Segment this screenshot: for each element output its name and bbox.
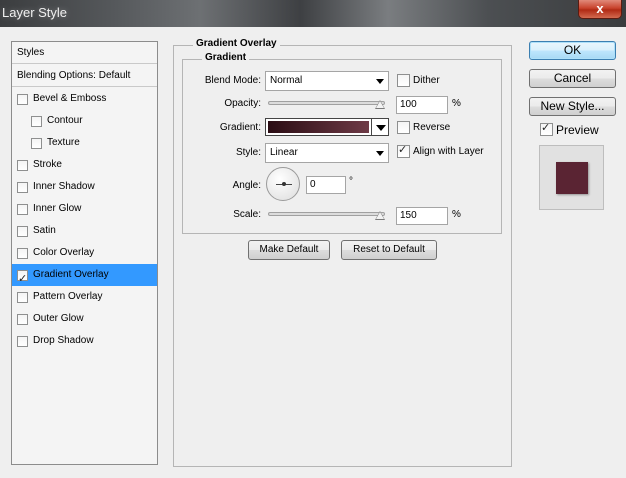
scale-slider-thumb[interactable] bbox=[375, 211, 385, 220]
blend-mode-value: Normal bbox=[270, 75, 303, 86]
make-default-button[interactable]: Make Default bbox=[248, 240, 330, 260]
sidebar-item-color-overlay[interactable]: Color Overlay bbox=[12, 242, 157, 264]
gradient-preview bbox=[268, 121, 369, 133]
sidebar-item-label: Color Overlay bbox=[33, 247, 95, 258]
sidebar-item-label: Drop Shadow bbox=[33, 335, 94, 346]
close-icon: x bbox=[596, 1, 604, 16]
gradient-dropdown-button[interactable] bbox=[371, 118, 389, 136]
new-style-button[interactable]: New Style... bbox=[529, 97, 616, 116]
blend-mode-select[interactable]: Normal bbox=[265, 71, 389, 91]
sidebar-item-label: Bevel & Emboss bbox=[33, 93, 107, 104]
sidebar-item-inner-glow[interactable]: Inner Glow bbox=[12, 198, 157, 220]
style-value: Linear bbox=[270, 147, 298, 158]
blend-mode-label: Blend Mode: bbox=[204, 75, 261, 86]
outer-glow-checkbox[interactable] bbox=[17, 314, 28, 325]
inner-glow-checkbox[interactable] bbox=[17, 204, 28, 215]
preview-swatch bbox=[556, 162, 588, 194]
sidebar-item-texture[interactable]: Texture bbox=[12, 132, 157, 154]
style-select[interactable]: Linear bbox=[265, 143, 389, 163]
preview-checkbox[interactable]: ✓ bbox=[540, 122, 553, 136]
scale-value: 150 bbox=[400, 210, 417, 221]
bevel-emboss-checkbox[interactable] bbox=[17, 94, 28, 105]
sidebar-item-label: Contour bbox=[47, 115, 83, 126]
scale-label: Scale: bbox=[233, 209, 261, 220]
sidebar-item-label: Outer Glow bbox=[33, 313, 84, 324]
texture-checkbox[interactable] bbox=[31, 138, 42, 149]
reverse-label: Reverse bbox=[413, 122, 451, 133]
angle-value: 0 bbox=[310, 179, 316, 190]
gradient-overlay-checkbox[interactable]: ✓ bbox=[17, 270, 28, 285]
dither-label: Dither bbox=[413, 75, 440, 86]
group-title: Gradient Overlay bbox=[193, 38, 280, 49]
sidebar-item-label: Gradient Overlay bbox=[33, 269, 109, 280]
dither-checkbox[interactable] bbox=[397, 74, 410, 87]
preview-thumbnail bbox=[539, 145, 604, 210]
opacity-input[interactable]: 100 bbox=[396, 96, 448, 114]
gradient-label: Gradient: bbox=[219, 122, 261, 133]
sidebar-item-inner-shadow[interactable]: Inner Shadow bbox=[12, 176, 157, 198]
window-title: Layer Style bbox=[2, 5, 68, 20]
angle-input[interactable]: 0 bbox=[306, 176, 346, 194]
sidebar-item-contour[interactable]: Contour bbox=[12, 110, 157, 132]
cancel-button[interactable]: Cancel bbox=[529, 69, 616, 88]
sidebar-item-label: Satin bbox=[33, 225, 56, 236]
scale-unit: % bbox=[452, 209, 461, 220]
inner-shadow-checkbox[interactable] bbox=[17, 182, 28, 193]
chevron-down-icon bbox=[376, 79, 384, 84]
satin-checkbox[interactable] bbox=[17, 226, 28, 237]
scale-input[interactable]: 150 bbox=[396, 207, 448, 225]
reset-to-default-button[interactable]: Reset to Default bbox=[341, 240, 437, 260]
sidebar-item-outer-glow[interactable]: Outer Glow bbox=[12, 308, 157, 330]
preview-label: Preview bbox=[556, 123, 599, 137]
contour-checkbox[interactable] bbox=[31, 116, 42, 127]
close-button[interactable]: x bbox=[578, 0, 622, 19]
opacity-value: 100 bbox=[400, 99, 417, 110]
pattern-overlay-checkbox[interactable] bbox=[17, 292, 28, 303]
sidebar-item-label: Inner Glow bbox=[33, 203, 82, 214]
sidebar-item-label: Stroke bbox=[33, 159, 62, 170]
blending-options-label: Blending Options: Default bbox=[17, 70, 131, 81]
sidebar-item-bevel-emboss[interactable]: Bevel & Emboss bbox=[12, 88, 157, 110]
sidebar-item-pattern-overlay[interactable]: Pattern Overlay bbox=[12, 286, 157, 308]
align-with-layer-checkbox[interactable]: ✓ bbox=[397, 144, 410, 158]
color-overlay-checkbox[interactable] bbox=[17, 248, 28, 259]
styles-header-label: Styles bbox=[17, 47, 45, 58]
style-label: Style: bbox=[235, 147, 261, 158]
sidebar-item-label: Inner Shadow bbox=[33, 181, 95, 192]
ok-button[interactable]: OK bbox=[529, 41, 616, 60]
sidebar-item-gradient-overlay[interactable]: ✓ Gradient Overlay bbox=[12, 264, 157, 286]
opacity-unit: % bbox=[452, 98, 461, 109]
sidebar-item-label: Texture bbox=[47, 137, 80, 148]
gradient-picker[interactable] bbox=[265, 118, 372, 136]
scale-slider-track[interactable] bbox=[268, 212, 385, 216]
sidebar-item-label: Pattern Overlay bbox=[33, 291, 103, 302]
title-bar: Layer Style x bbox=[0, 0, 626, 27]
chevron-down-icon bbox=[376, 151, 384, 156]
sidebar-item-drop-shadow[interactable]: Drop Shadow bbox=[12, 330, 157, 352]
angle-dial-center bbox=[282, 182, 286, 186]
blending-options-item[interactable]: Blending Options: Default bbox=[12, 65, 157, 87]
align-with-layer-label: Align with Layer bbox=[413, 146, 484, 157]
sidebar-item-satin[interactable]: Satin bbox=[12, 220, 157, 242]
sidebar-item-stroke[interactable]: Stroke bbox=[12, 154, 157, 176]
opacity-slider-thumb[interactable] bbox=[375, 100, 385, 109]
checkmark-icon: ✓ bbox=[398, 144, 408, 156]
styles-list: Styles Blending Options: Default Bevel &… bbox=[11, 41, 158, 465]
checkmark-icon: ✓ bbox=[541, 122, 551, 134]
styles-header[interactable]: Styles bbox=[12, 42, 157, 64]
chevron-down-icon bbox=[376, 125, 386, 131]
reverse-checkbox[interactable] bbox=[397, 121, 410, 134]
angle-unit: ° bbox=[349, 176, 353, 187]
subgroup-title: Gradient bbox=[202, 52, 250, 63]
opacity-slider-track[interactable] bbox=[268, 101, 385, 105]
angle-label: Angle: bbox=[232, 180, 261, 191]
opacity-label: Opacity: bbox=[224, 98, 261, 109]
stroke-checkbox[interactable] bbox=[17, 160, 28, 171]
angle-dial[interactable] bbox=[266, 167, 300, 201]
drop-shadow-checkbox[interactable] bbox=[17, 336, 28, 347]
